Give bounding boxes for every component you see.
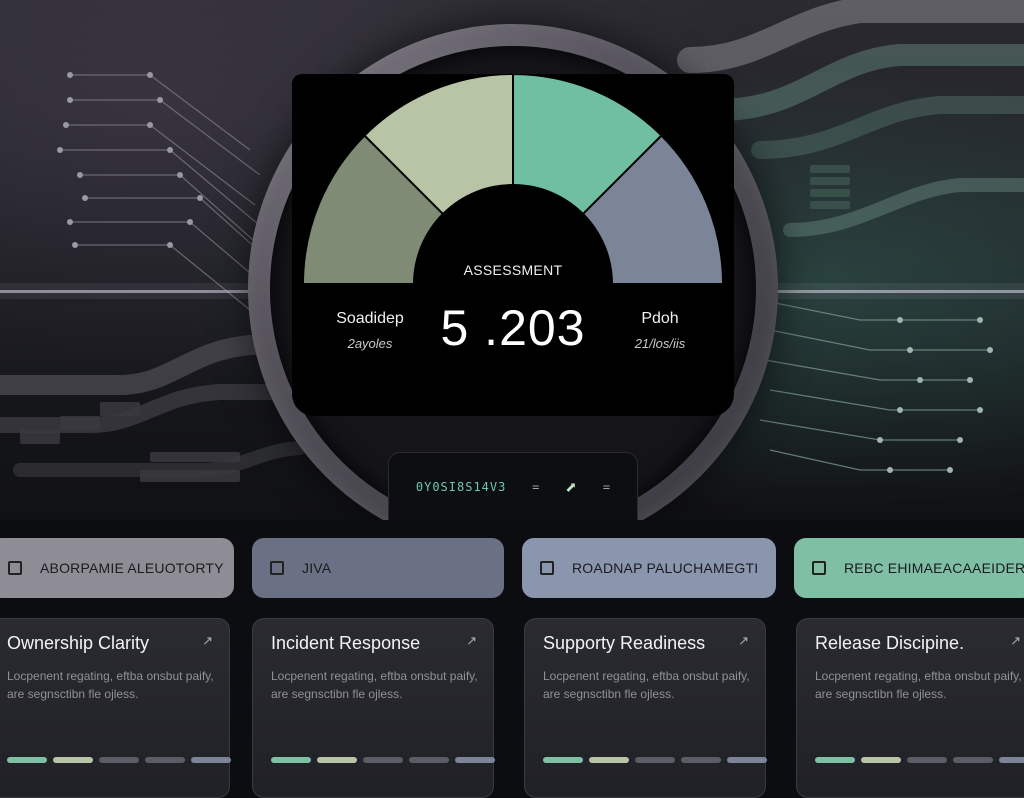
progress-segment <box>7 757 47 763</box>
tab-label: REBC EHIMAEACAAEIDERT <box>844 560 1024 576</box>
readout-separator: = <box>602 480 611 494</box>
card-progress-bars <box>815 757 1024 763</box>
card-release-discipline[interactable]: Release Discipine. ↗ Locpenent regating,… <box>796 618 1024 798</box>
progress-segment <box>363 757 403 763</box>
gauge-dial <box>301 74 725 384</box>
gauge-right-sub: 21/los/iis <box>634 336 686 351</box>
progress-segment <box>681 757 721 763</box>
progress-segment <box>999 757 1024 763</box>
hero-backdrop: ASSESSMENT 5 .203 Soadidep 2ayoles Pdoh … <box>0 0 1024 520</box>
progress-segment <box>53 757 93 763</box>
progress-segment <box>317 757 357 763</box>
tab-roadnap[interactable]: ROADNAP PALUCHAMEGTI <box>522 538 776 598</box>
tab-label: ABORPAMIE ALEUOTORTY <box>40 560 224 576</box>
progress-segment <box>727 757 767 763</box>
card-ownership-clarity[interactable]: Ownership Clarity ↗ Locpenent regating, … <box>0 618 231 798</box>
card-title: Supporty Readiness <box>543 633 706 653</box>
gauge-left-sub: 2ayoles <box>347 336 393 351</box>
progress-segment <box>145 757 185 763</box>
card-description: Locpenent regating, eftba onsbut paify, … <box>543 669 750 701</box>
list-icon <box>812 561 826 575</box>
readout-code: 0Y0SI8S14V3 <box>415 480 507 494</box>
tab-label: ROADNAP PALUCHAMEGTI <box>572 560 759 576</box>
progress-segment <box>271 757 311 763</box>
arrow-up-right-icon[interactable]: ⬈ <box>565 475 577 499</box>
gauge-panel: ASSESSMENT 5 .203 Soadidep 2ayoles Pdoh … <box>292 74 734 416</box>
progress-segment <box>191 757 231 763</box>
card-progress-bars <box>271 757 495 763</box>
progress-segment <box>635 757 675 763</box>
card-description: Locpenent regating, eftba onsbut paify, … <box>815 669 1022 701</box>
card-description: Locpenent regating, eftba onsbut paify, … <box>271 669 478 701</box>
list-icon <box>540 561 554 575</box>
tab-aborpamie[interactable]: ABORPAMIE ALEUOTORTY <box>0 538 234 598</box>
progress-segment <box>543 757 583 763</box>
progress-segment <box>953 757 993 763</box>
arrow-up-right-icon[interactable]: ↗ <box>466 633 477 649</box>
arrow-up-right-icon[interactable]: ↗ <box>1010 633 1021 649</box>
gauge-right-label: Pdoh 21/los/iis <box>610 310 710 351</box>
gauge-title: ASSESSMENT <box>463 262 563 278</box>
progress-segment <box>409 757 449 763</box>
tab-jiva[interactable]: JIVA <box>252 538 504 598</box>
status-readout: 0Y0SI8S14V3 = ⬈ = <box>388 452 638 520</box>
flag-icon <box>270 561 284 575</box>
arrow-up-right-icon[interactable]: ↗ <box>738 633 749 649</box>
card-title: Release Discipine. <box>815 633 965 653</box>
card-description: Locpenent regating, eftba onsbut paify, … <box>7 669 214 701</box>
progress-segment <box>589 757 629 763</box>
card-support-readiness[interactable]: Supporty Readiness ↗ Locpenent regating,… <box>524 618 767 798</box>
progress-segment <box>907 757 947 763</box>
gauge-right-title: Pdoh <box>641 310 679 327</box>
tab-rebc[interactable]: REBC EHIMAEACAAEIDERT <box>794 538 1024 598</box>
progress-segment <box>815 757 855 763</box>
card-title: Incident Response <box>271 633 421 653</box>
metric-cards: Ownership Clarity ↗ Locpenent regating, … <box>0 610 1024 798</box>
readout-separator: = <box>532 480 540 494</box>
card-progress-bars <box>7 757 231 763</box>
progress-segment <box>455 757 495 763</box>
list-icon <box>8 561 22 575</box>
category-tabs: ABORPAMIE ALEUOTORTY JIVA ROADNAP PALUCH… <box>0 520 1024 610</box>
tab-label: JIVA <box>302 560 332 576</box>
gauge-left-label: Soadidep 2ayoles <box>310 310 430 351</box>
card-incident-response[interactable]: Incident Response ↗ Locpenent regating, … <box>252 618 495 798</box>
progress-segment <box>99 757 139 763</box>
card-progress-bars <box>543 757 767 763</box>
arrow-up-right-icon[interactable]: ↗ <box>202 633 213 649</box>
gauge-left-title: Soadidep <box>336 310 404 327</box>
card-title: Ownership Clarity <box>7 633 150 653</box>
progress-segment <box>861 757 901 763</box>
